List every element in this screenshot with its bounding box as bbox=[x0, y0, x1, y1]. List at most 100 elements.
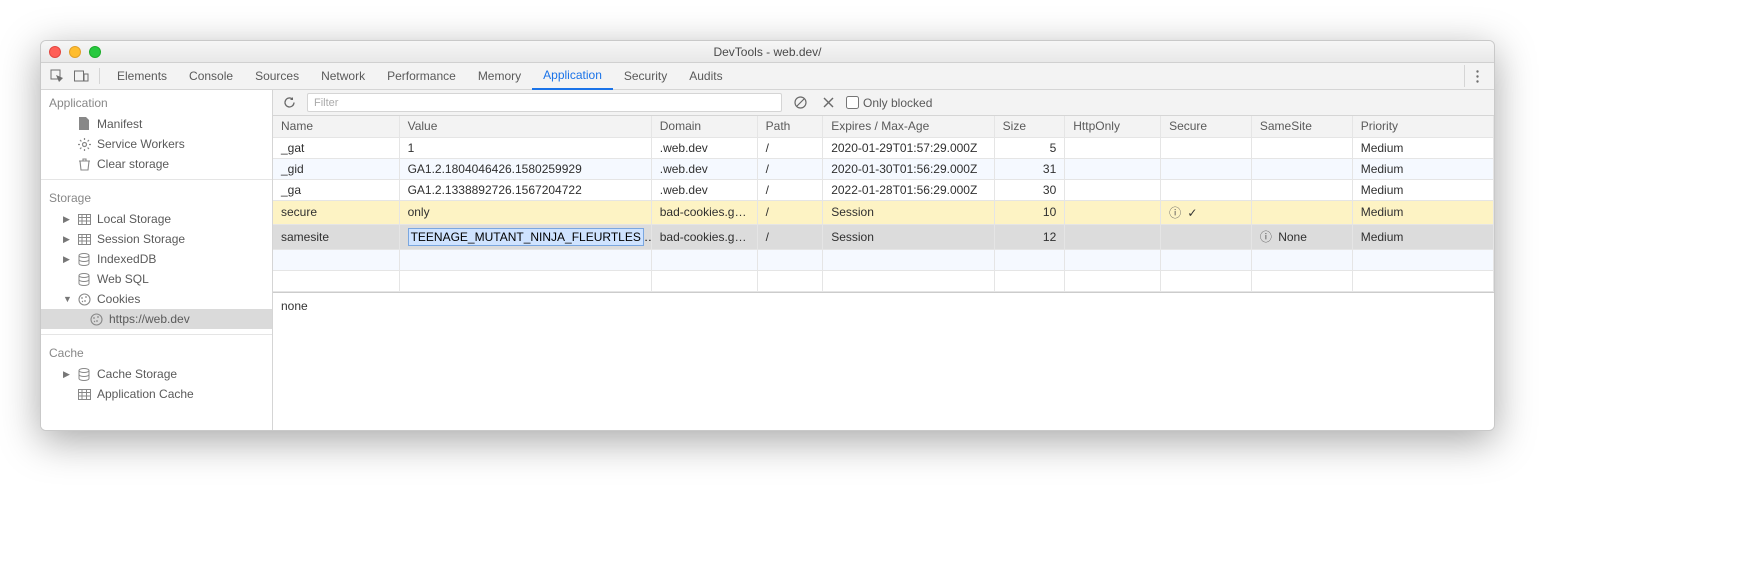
table-cell[interactable] bbox=[1065, 224, 1161, 249]
column-header[interactable]: Domain bbox=[651, 116, 757, 137]
table-cell[interactable]: only bbox=[399, 200, 651, 224]
table-row-empty[interactable] bbox=[273, 270, 1494, 291]
table-cell[interactable]: / bbox=[757, 158, 823, 179]
table-cell[interactable]: Session bbox=[823, 200, 994, 224]
clear-all-icon[interactable] bbox=[790, 93, 810, 113]
table-cell[interactable]: 5 bbox=[994, 137, 1065, 158]
table-cell[interactable]: 12 bbox=[994, 224, 1065, 249]
table-cell[interactable] bbox=[273, 270, 399, 291]
table-cell[interactable]: 1 bbox=[399, 137, 651, 158]
table-cell[interactable] bbox=[1251, 158, 1352, 179]
table-cell[interactable] bbox=[1251, 179, 1352, 200]
zoom-window-button[interactable] bbox=[89, 46, 101, 58]
tab-performance[interactable]: Performance bbox=[376, 63, 467, 90]
column-header[interactable]: HttpOnly bbox=[1065, 116, 1161, 137]
tab-security[interactable]: Security bbox=[613, 63, 678, 90]
minimize-window-button[interactable] bbox=[69, 46, 81, 58]
tab-elements[interactable]: Elements bbox=[106, 63, 178, 90]
sidebar-item-web-sql[interactable]: Web SQL bbox=[41, 269, 272, 289]
table-cell[interactable] bbox=[651, 270, 757, 291]
table-row[interactable]: _gat1.web.dev/2020-01-29T01:57:29.000Z5M… bbox=[273, 137, 1494, 158]
sidebar-item-session-storage[interactable]: ▶Session Storage bbox=[41, 229, 272, 249]
table-cell[interactable] bbox=[399, 270, 651, 291]
column-header[interactable]: SameSite bbox=[1251, 116, 1352, 137]
only-blocked-input[interactable] bbox=[846, 96, 859, 109]
table-cell[interactable] bbox=[399, 249, 651, 270]
table-cell[interactable]: Medium bbox=[1352, 200, 1493, 224]
tab-audits[interactable]: Audits bbox=[678, 63, 733, 90]
table-cell[interactable]: bad-cookies.g… bbox=[651, 200, 757, 224]
table-cell[interactable] bbox=[823, 249, 994, 270]
table-cell[interactable] bbox=[1065, 137, 1161, 158]
table-cell[interactable]: .web.dev bbox=[651, 179, 757, 200]
table-cell[interactable]: / bbox=[757, 137, 823, 158]
table-cell[interactable] bbox=[1065, 179, 1161, 200]
table-cell[interactable] bbox=[1161, 200, 1252, 224]
tab-network[interactable]: Network bbox=[310, 63, 376, 90]
table-cell[interactable]: _ga bbox=[273, 179, 399, 200]
sidebar-item-local-storage[interactable]: ▶Local Storage bbox=[41, 209, 272, 229]
table-cell[interactable]: None bbox=[1251, 224, 1352, 249]
table-cell[interactable]: _gid bbox=[273, 158, 399, 179]
column-header[interactable]: Secure bbox=[1161, 116, 1252, 137]
table-cell[interactable]: .web.dev bbox=[651, 137, 757, 158]
table-cell[interactable]: Medium bbox=[1352, 224, 1493, 249]
table-cell[interactable] bbox=[1251, 200, 1352, 224]
table-cell[interactable] bbox=[1251, 137, 1352, 158]
sidebar-item-application-cache[interactable]: Application Cache bbox=[41, 384, 272, 404]
table-cell[interactable]: .web.dev bbox=[651, 158, 757, 179]
table-cell[interactable] bbox=[1251, 249, 1352, 270]
table-cell[interactable]: GA1.2.1804046426.1580259929 bbox=[399, 158, 651, 179]
table-cell[interactable] bbox=[994, 270, 1065, 291]
filter-input[interactable] bbox=[307, 93, 782, 112]
table-cell[interactable]: Medium bbox=[1352, 158, 1493, 179]
table-cell[interactable]: 10 bbox=[994, 200, 1065, 224]
table-cell[interactable]: 31 bbox=[994, 158, 1065, 179]
table-cell[interactable]: 2022-01-28T01:56:29.000Z bbox=[823, 179, 994, 200]
table-cell[interactable] bbox=[1161, 270, 1252, 291]
sidebar-item-cookies[interactable]: ▼Cookies bbox=[41, 289, 272, 309]
table-cell[interactable] bbox=[1161, 224, 1252, 249]
table-cell[interactable]: 2020-01-29T01:57:29.000Z bbox=[823, 137, 994, 158]
sidebar-item-clear-storage[interactable]: Clear storage bbox=[41, 154, 272, 174]
only-blocked-checkbox[interactable]: Only blocked bbox=[846, 96, 932, 110]
column-header[interactable]: Size bbox=[994, 116, 1065, 137]
application-sidebar[interactable]: ApplicationManifestService WorkersClear … bbox=[41, 90, 273, 430]
table-cell[interactable]: Medium bbox=[1352, 137, 1493, 158]
column-header[interactable]: Value bbox=[399, 116, 651, 137]
table-cell[interactable] bbox=[1065, 200, 1161, 224]
table-cell[interactable] bbox=[757, 249, 823, 270]
table-cell[interactable] bbox=[1065, 270, 1161, 291]
delete-selected-icon[interactable] bbox=[818, 93, 838, 113]
table-cell[interactable]: secure bbox=[273, 200, 399, 224]
table-cell[interactable]: / bbox=[757, 179, 823, 200]
table-row[interactable]: secureonlybad-cookies.g…/Session10 Medium bbox=[273, 200, 1494, 224]
table-cell[interactable] bbox=[1352, 249, 1493, 270]
sidebar-item-manifest[interactable]: Manifest bbox=[41, 114, 272, 134]
table-cell[interactable]: bad-cookies.g… bbox=[651, 224, 757, 249]
titlebar[interactable]: DevTools - web.dev/ bbox=[41, 41, 1494, 63]
table-cell[interactable] bbox=[1161, 249, 1252, 270]
table-cell[interactable]: / bbox=[757, 200, 823, 224]
table-cell[interactable] bbox=[994, 249, 1065, 270]
sidebar-item-indexeddb[interactable]: ▶IndexedDB bbox=[41, 249, 272, 269]
close-window-button[interactable] bbox=[49, 46, 61, 58]
table-cell[interactable] bbox=[651, 249, 757, 270]
column-header[interactable]: Path bbox=[757, 116, 823, 137]
tab-sources[interactable]: Sources bbox=[244, 63, 310, 90]
sidebar-item-https-web-dev[interactable]: https://web.dev bbox=[41, 309, 272, 329]
table-cell[interactable]: GA1.2.1338892726.1567204722 bbox=[399, 179, 651, 200]
table-cell[interactable]: 30 bbox=[994, 179, 1065, 200]
cookies-table[interactable]: NameValueDomainPathExpires / Max-AgeSize… bbox=[273, 116, 1494, 293]
column-header[interactable]: Name bbox=[273, 116, 399, 137]
column-header[interactable]: Priority bbox=[1352, 116, 1493, 137]
tab-console[interactable]: Console bbox=[178, 63, 244, 90]
editing-value[interactable]: TEENAGE_MUTANT_NINJA_FLEURTLES bbox=[408, 228, 644, 246]
table-cell[interactable]: TEENAGE_MUTANT_NINJA_FLEURTLES bbox=[399, 224, 651, 249]
table-cell[interactable] bbox=[1251, 270, 1352, 291]
table-cell[interactable] bbox=[1161, 158, 1252, 179]
table-cell[interactable]: / bbox=[757, 224, 823, 249]
table-cell[interactable]: 2020-01-30T01:56:29.000Z bbox=[823, 158, 994, 179]
table-row[interactable]: _gidGA1.2.1804046426.1580259929.web.dev/… bbox=[273, 158, 1494, 179]
more-options-icon[interactable] bbox=[1464, 65, 1490, 87]
